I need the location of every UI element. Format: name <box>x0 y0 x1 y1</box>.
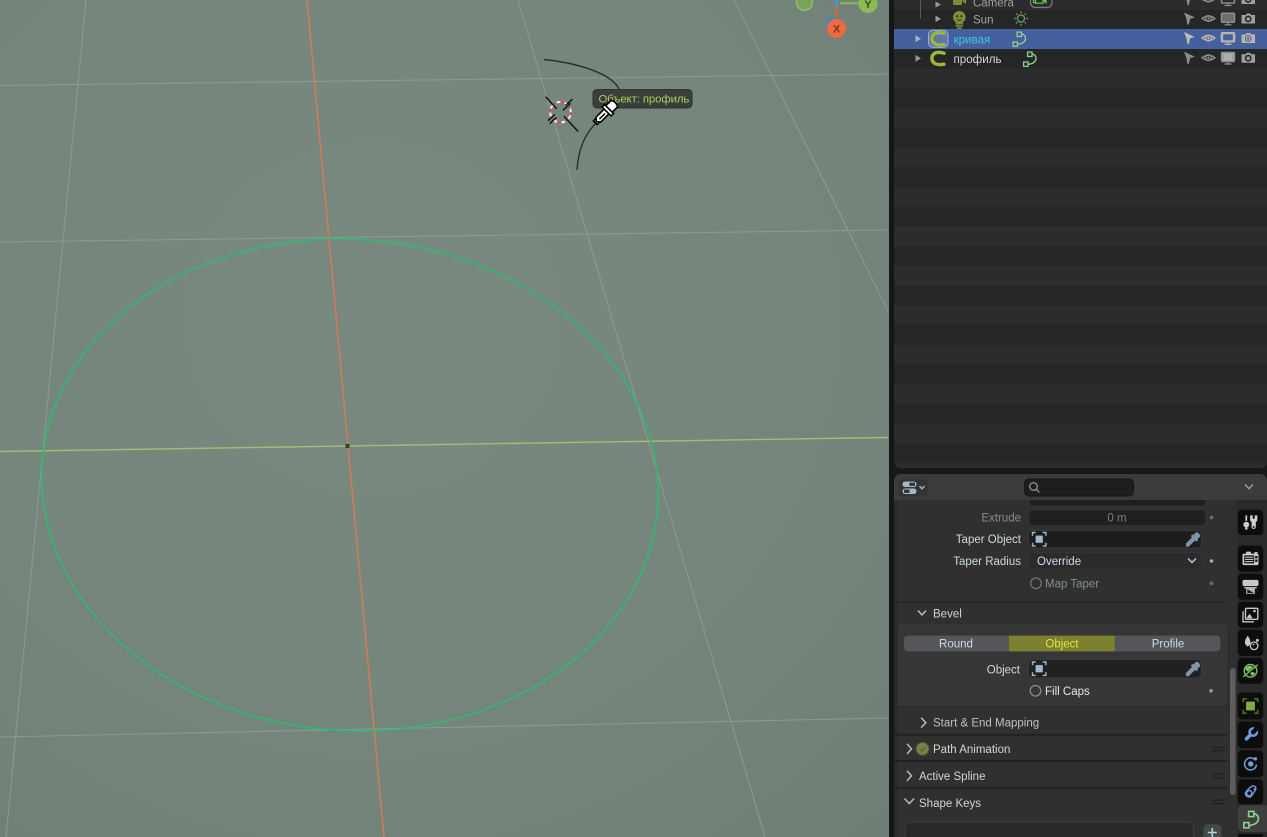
svg-text:Shape Keys: Shape Keys <box>919 798 981 810</box>
svg-text:0 m: 0 m <box>1107 513 1126 525</box>
svg-text:Y: Y <box>864 0 872 11</box>
svg-text:кривая: кривая <box>954 33 991 46</box>
svg-text:Override: Override <box>1037 556 1081 568</box>
svg-text:Fill Caps: Fill Caps <box>1045 686 1090 698</box>
svg-text:Start & End Mapping: Start & End Mapping <box>933 718 1039 730</box>
svg-text:X: X <box>833 24 841 36</box>
svg-text:Camera: Camera <box>973 0 1015 10</box>
svg-text:Path Animation: Path Animation <box>933 744 1010 756</box>
svg-text:Profile: Profile <box>1152 639 1185 651</box>
svg-text:Extrude: Extrude <box>981 513 1021 525</box>
svg-text:профиль: профиль <box>954 53 1002 66</box>
svg-text:Sun: Sun <box>973 15 993 27</box>
svg-text:Object: Object <box>1045 639 1079 651</box>
svg-text:Object: Object <box>987 665 1021 677</box>
svg-text:Round: Round <box>939 639 973 651</box>
svg-text:Taper Object: Taper Object <box>956 534 1022 546</box>
svg-text:Bevel: Bevel <box>933 609 962 621</box>
svg-text:Taper Radius: Taper Radius <box>953 556 1021 568</box>
svg-text:Active Spline: Active Spline <box>919 771 985 783</box>
svg-text:Map Taper: Map Taper <box>1045 579 1099 591</box>
